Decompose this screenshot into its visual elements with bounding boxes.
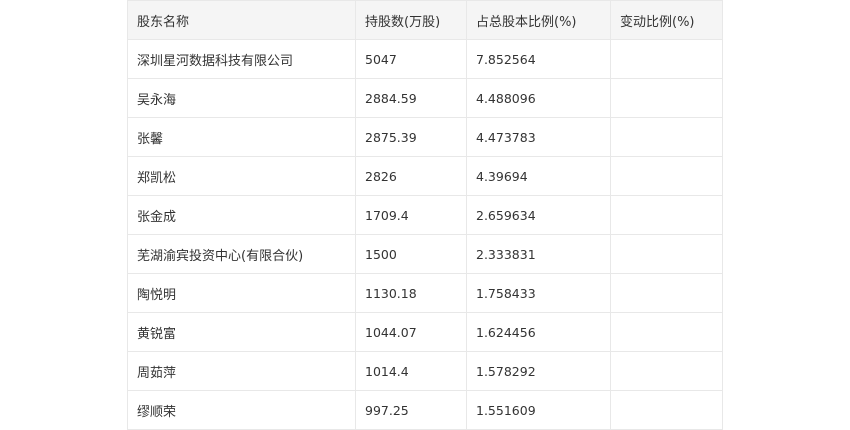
cell-shares-held: 997.25	[355, 390, 467, 430]
cell-shareholder-name: 芜湖渝宾投资中心(有限合伙)	[127, 234, 356, 274]
header-shares-held: 持股数(万股)	[355, 0, 467, 40]
cell-change-ratio	[610, 39, 723, 79]
cell-share-ratio: 1.578292	[466, 351, 611, 391]
cell-change-ratio	[610, 78, 723, 118]
cell-shares-held: 5047	[355, 39, 467, 79]
table-body: 深圳星河数据科技有限公司 5047 7.852564 吴永海 2884.59 4…	[127, 39, 723, 430]
table-row: 深圳星河数据科技有限公司 5047 7.852564	[127, 39, 723, 79]
cell-change-ratio	[610, 312, 723, 352]
cell-shareholder-name: 黄锐富	[127, 312, 356, 352]
cell-shares-held: 1500	[355, 234, 467, 274]
cell-shares-held: 2884.59	[355, 78, 467, 118]
cell-shareholder-name: 陶悦明	[127, 273, 356, 313]
header-share-ratio: 占总股本比例(%)	[466, 0, 611, 40]
cell-shareholder-name: 张馨	[127, 117, 356, 157]
cell-share-ratio: 4.39694	[466, 156, 611, 196]
header-row: 股东名称 持股数(万股) 占总股本比例(%) 变动比例(%)	[127, 0, 723, 40]
cell-share-ratio: 1.624456	[466, 312, 611, 352]
cell-shares-held: 2826	[355, 156, 467, 196]
table-header: 股东名称 持股数(万股) 占总股本比例(%) 变动比例(%)	[127, 0, 723, 40]
cell-shareholder-name: 吴永海	[127, 78, 356, 118]
shareholder-table-container: 股东名称 持股数(万股) 占总股本比例(%) 变动比例(%) 深圳星河数据科技有…	[127, 0, 723, 430]
table-row: 张金成 1709.4 2.659634	[127, 195, 723, 235]
table-row: 吴永海 2884.59 4.488096	[127, 78, 723, 118]
cell-shares-held: 2875.39	[355, 117, 467, 157]
cell-share-ratio: 1.758433	[466, 273, 611, 313]
cell-change-ratio	[610, 273, 723, 313]
cell-shares-held: 1044.07	[355, 312, 467, 352]
cell-change-ratio	[610, 195, 723, 235]
cell-change-ratio	[610, 390, 723, 430]
table-row: 芜湖渝宾投资中心(有限合伙) 1500 2.333831	[127, 234, 723, 274]
cell-shareholder-name: 深圳星河数据科技有限公司	[127, 39, 356, 79]
cell-change-ratio	[610, 234, 723, 274]
cell-change-ratio	[610, 351, 723, 391]
table-row: 缪顺荣 997.25 1.551609	[127, 390, 723, 430]
cell-shareholder-name: 缪顺荣	[127, 390, 356, 430]
table-row: 郑凯松 2826 4.39694	[127, 156, 723, 196]
cell-share-ratio: 4.473783	[466, 117, 611, 157]
cell-share-ratio: 4.488096	[466, 78, 611, 118]
table-row: 黄锐富 1044.07 1.624456	[127, 312, 723, 352]
cell-shareholder-name: 郑凯松	[127, 156, 356, 196]
cell-change-ratio	[610, 117, 723, 157]
table-row: 陶悦明 1130.18 1.758433	[127, 273, 723, 313]
table-row: 张馨 2875.39 4.473783	[127, 117, 723, 157]
table-row: 周茹萍 1014.4 1.578292	[127, 351, 723, 391]
cell-shareholder-name: 周茹萍	[127, 351, 356, 391]
cell-shares-held: 1130.18	[355, 273, 467, 313]
cell-shareholder-name: 张金成	[127, 195, 356, 235]
cell-change-ratio	[610, 156, 723, 196]
cell-shares-held: 1709.4	[355, 195, 467, 235]
cell-share-ratio: 2.659634	[466, 195, 611, 235]
cell-share-ratio: 1.551609	[466, 390, 611, 430]
header-change-ratio: 变动比例(%)	[610, 0, 723, 40]
cell-share-ratio: 2.333831	[466, 234, 611, 274]
cell-share-ratio: 7.852564	[466, 39, 611, 79]
shareholder-table: 股东名称 持股数(万股) 占总股本比例(%) 变动比例(%) 深圳星河数据科技有…	[127, 0, 723, 430]
cell-shares-held: 1014.4	[355, 351, 467, 391]
header-shareholder-name: 股东名称	[127, 0, 356, 40]
